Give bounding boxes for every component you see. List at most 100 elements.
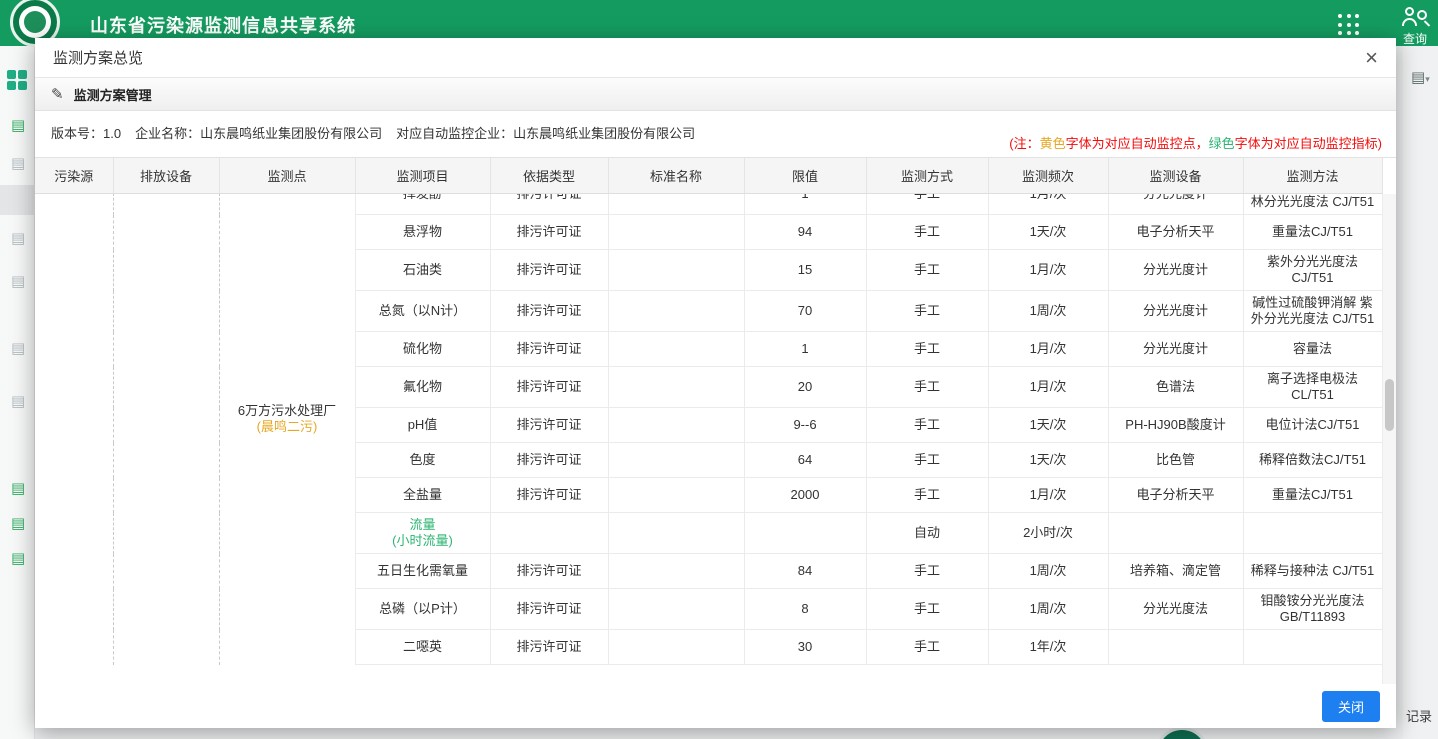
mode-cell: 手工	[866, 554, 988, 589]
limit-cell: 64	[744, 443, 866, 478]
standard-cell	[608, 250, 744, 291]
item-cell: 挥发酚	[355, 194, 490, 215]
item-cell: 流量(小时流量)	[355, 513, 490, 554]
column-header: 监测方式	[866, 158, 988, 193]
close-icon[interactable]: ×	[1365, 47, 1378, 69]
vertical-scrollbar[interactable]	[1382, 194, 1396, 684]
limit-cell: 94	[744, 215, 866, 250]
method-cell: 离子选择电极法 CL/T51	[1243, 367, 1382, 408]
monitor-point-cell: 6万方污水处理厂(晨鸣二污)	[219, 194, 355, 665]
basis-cell: 排污许可证	[490, 630, 608, 665]
document-icon[interactable]: ▤	[11, 274, 25, 289]
basis-cell: 排污许可证	[490, 478, 608, 513]
frequency-cell: 1天/次	[988, 443, 1108, 478]
method-cell	[1243, 513, 1382, 554]
record-count-fragment: 记录	[1406, 706, 1432, 725]
frequency-cell: 1天/次	[988, 215, 1108, 250]
mode-cell: 自动	[866, 513, 988, 554]
apps-grid-icon[interactable]	[1338, 14, 1360, 36]
document-icon[interactable]: ▤	[11, 118, 25, 133]
standard-cell	[608, 194, 744, 215]
basis-cell: 排污许可证	[490, 194, 608, 215]
limit-cell: 84	[744, 554, 866, 589]
info-item: 版本号：1.0	[51, 123, 121, 142]
document-icon[interactable]: ▤	[11, 231, 25, 246]
basis-cell: 排污许可证	[490, 291, 608, 332]
limit-cell: 8	[744, 589, 866, 630]
limit-cell: 1	[744, 332, 866, 367]
scrollbar-thumb[interactable]	[1385, 379, 1394, 431]
method-cell: 稀释与接种法 CJ/T51	[1243, 554, 1382, 589]
device-cell: 分光光度计	[1108, 194, 1243, 215]
basis-cell: 排污许可证	[490, 408, 608, 443]
left-sidebar-fragment: ▤ ▤ ▤ ▤ ▤ ▤ ▤ ▤ ▤	[0, 46, 35, 739]
device-cell: 分光光度法	[1108, 589, 1243, 630]
item-cell: 石油类	[355, 250, 490, 291]
info-item: 企业名称：山东晨鸣纸业集团股份有限公司	[135, 123, 382, 142]
item-cell: 总磷（以P计）	[355, 589, 490, 630]
mode-cell: 手工	[866, 443, 988, 478]
method-cell: 电位计法CJ/T51	[1243, 408, 1382, 443]
menu-grid-icon[interactable]	[7, 70, 27, 90]
document-icon[interactable]: ▤	[11, 516, 25, 531]
discharge-device-cell	[113, 194, 219, 665]
item-cell: 总氮（以N计）	[355, 291, 490, 332]
document-icon[interactable]: ▤	[11, 481, 25, 496]
mode-cell: 手工	[866, 367, 988, 408]
limit-cell	[744, 513, 866, 554]
document-icon[interactable]: ▤	[11, 156, 25, 171]
section-title: 监测方案管理	[74, 85, 152, 104]
frequency-cell: 1月/次	[988, 478, 1108, 513]
frequency-cell: 1月/次	[988, 250, 1108, 291]
page-tool-icon[interactable]: ▤▾	[1411, 68, 1430, 86]
frequency-cell: 1周/次	[988, 589, 1108, 630]
limit-cell: 15	[744, 250, 866, 291]
device-cell: 分光光度计	[1108, 250, 1243, 291]
pen-icon: ✎	[51, 85, 64, 103]
modal-footer: 关闭	[35, 684, 1396, 728]
mode-cell: 手工	[866, 291, 988, 332]
modal-title: 监测方案总览	[53, 47, 143, 68]
document-icon[interactable]: ▤	[11, 341, 25, 356]
limit-cell: 30	[744, 630, 866, 665]
plan-info: 版本号：1.0 企业名称：山东晨鸣纸业集团股份有限公司对应自动监控企业：山东晨鸣纸…	[51, 119, 695, 142]
basis-cell: 排污许可证	[490, 250, 608, 291]
auto-monitor-note: (注：黄色字体为对应自动监控点，绿色字体为对应自动监控指标)	[1009, 133, 1382, 153]
close-button[interactable]: 关闭	[1322, 691, 1380, 722]
plan-table: 污染源排放设备监测点监测项目依据类型标准名称限值监测方式监测频次监测设备监测方法…	[35, 157, 1396, 684]
standard-cell	[608, 291, 744, 332]
device-cell: 培养箱、滴定管	[1108, 554, 1243, 589]
mode-cell: 手工	[866, 630, 988, 665]
device-cell: 色谱法	[1108, 367, 1243, 408]
sidebar-selected-row[interactable]	[0, 185, 35, 215]
device-cell: 电子分析天平	[1108, 478, 1243, 513]
info-item: 对应自动监控企业：山东晨鸣纸业集团股份有限公司	[396, 123, 695, 142]
plan-table-body: 6万方污水处理厂(晨鸣二污)挥发酚排污许可证1手工1月/次分光光度计蒸馏后4-氨…	[35, 194, 1382, 665]
app-title: 山东省污染源监测信息共享系统	[90, 12, 356, 38]
frequency-cell: 1月/次	[988, 194, 1108, 215]
column-header: 监测方法	[1243, 158, 1382, 193]
method-cell: 重量法CJ/T51	[1243, 215, 1382, 250]
column-header: 监测点	[219, 158, 355, 193]
standard-cell	[608, 554, 744, 589]
standard-cell	[608, 589, 744, 630]
page: 山东省污染源监测信息共享系统 查询 ▤ ▤ ▤ ▤ ▤ ▤ ▤ ▤ ▤	[0, 0, 1438, 739]
item-cell: 二噁英	[355, 630, 490, 665]
mode-cell: 手工	[866, 332, 988, 367]
standard-cell	[608, 513, 744, 554]
plan-table-scroll-area[interactable]: 6万方污水处理厂(晨鸣二污)挥发酚排污许可证1手工1月/次分光光度计蒸馏后4-氨…	[35, 194, 1382, 684]
frequency-cell: 1月/次	[988, 367, 1108, 408]
basis-cell: 排污许可证	[490, 554, 608, 589]
limit-cell: 1	[744, 194, 866, 215]
basis-cell: 排污许可证	[490, 215, 608, 250]
mode-cell: 手工	[866, 215, 988, 250]
limit-cell: 20	[744, 367, 866, 408]
document-icon[interactable]: ▤	[11, 394, 25, 409]
frequency-cell: 1周/次	[988, 554, 1108, 589]
item-cell: 五日生化需氧量	[355, 554, 490, 589]
item-cell: 悬浮物	[355, 215, 490, 250]
query-button[interactable]: 查询	[1402, 6, 1428, 47]
modal-titlebar: 监测方案总览 ×	[35, 38, 1396, 78]
document-icon[interactable]: ▤	[11, 551, 25, 566]
info-row: 版本号：1.0 企业名称：山东晨鸣纸业集团股份有限公司对应自动监控企业：山东晨鸣纸…	[35, 111, 1396, 157]
